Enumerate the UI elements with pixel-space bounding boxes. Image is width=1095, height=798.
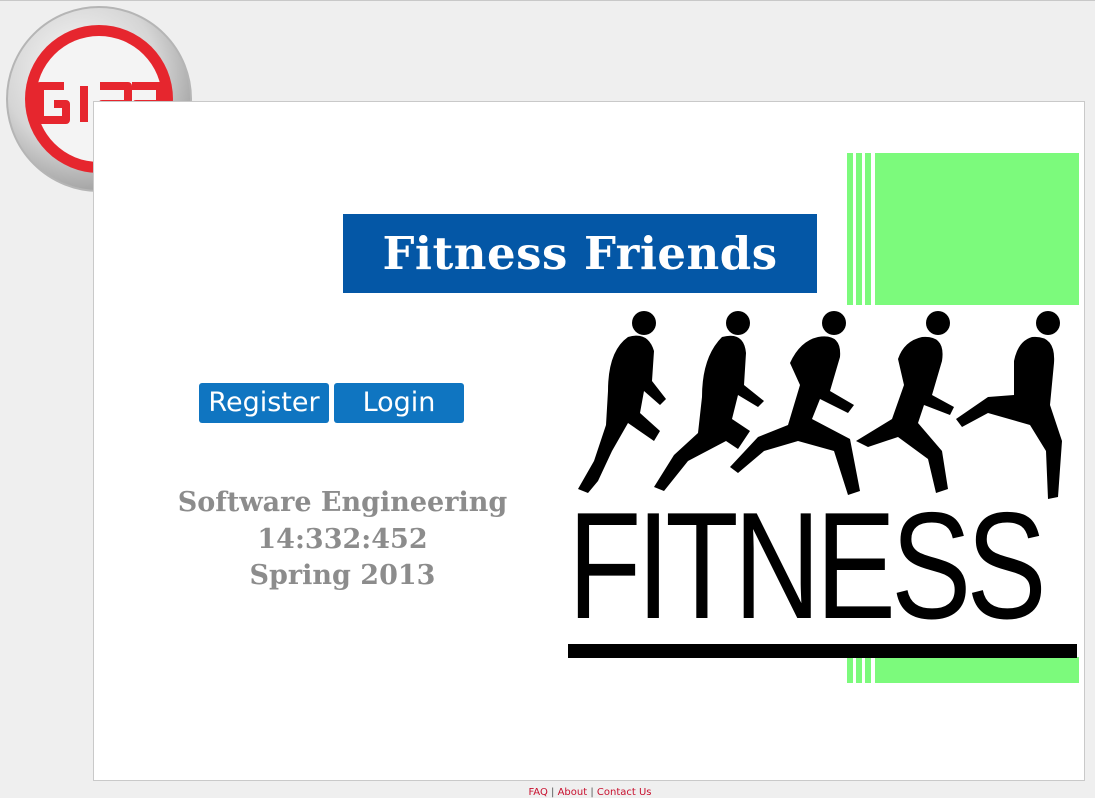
- fitness-wordmark-text: FITNESS: [568, 501, 1047, 631]
- contact-us-link[interactable]: Contact Us: [597, 787, 652, 798]
- green-stripes-decoration-top: [847, 153, 1079, 305]
- footer-separator: |: [590, 787, 594, 798]
- register-button[interactable]: Register: [199, 383, 329, 423]
- about-link[interactable]: About: [558, 787, 588, 798]
- course-code: 14:332:452: [257, 524, 428, 555]
- site-title: Fitness Friends: [382, 227, 778, 280]
- footer-links: FAQ | About | Contact Us: [0, 787, 1095, 798]
- fitness-wordmark: FITNESS: [568, 501, 1080, 631]
- login-button[interactable]: Login: [334, 383, 464, 423]
- faq-link[interactable]: FAQ: [528, 787, 547, 798]
- course-term: Spring 2013: [249, 560, 436, 591]
- site-title-banner: Fitness Friends: [343, 214, 817, 293]
- footer-separator: |: [551, 787, 555, 798]
- course-name: Software Engineering: [177, 487, 508, 518]
